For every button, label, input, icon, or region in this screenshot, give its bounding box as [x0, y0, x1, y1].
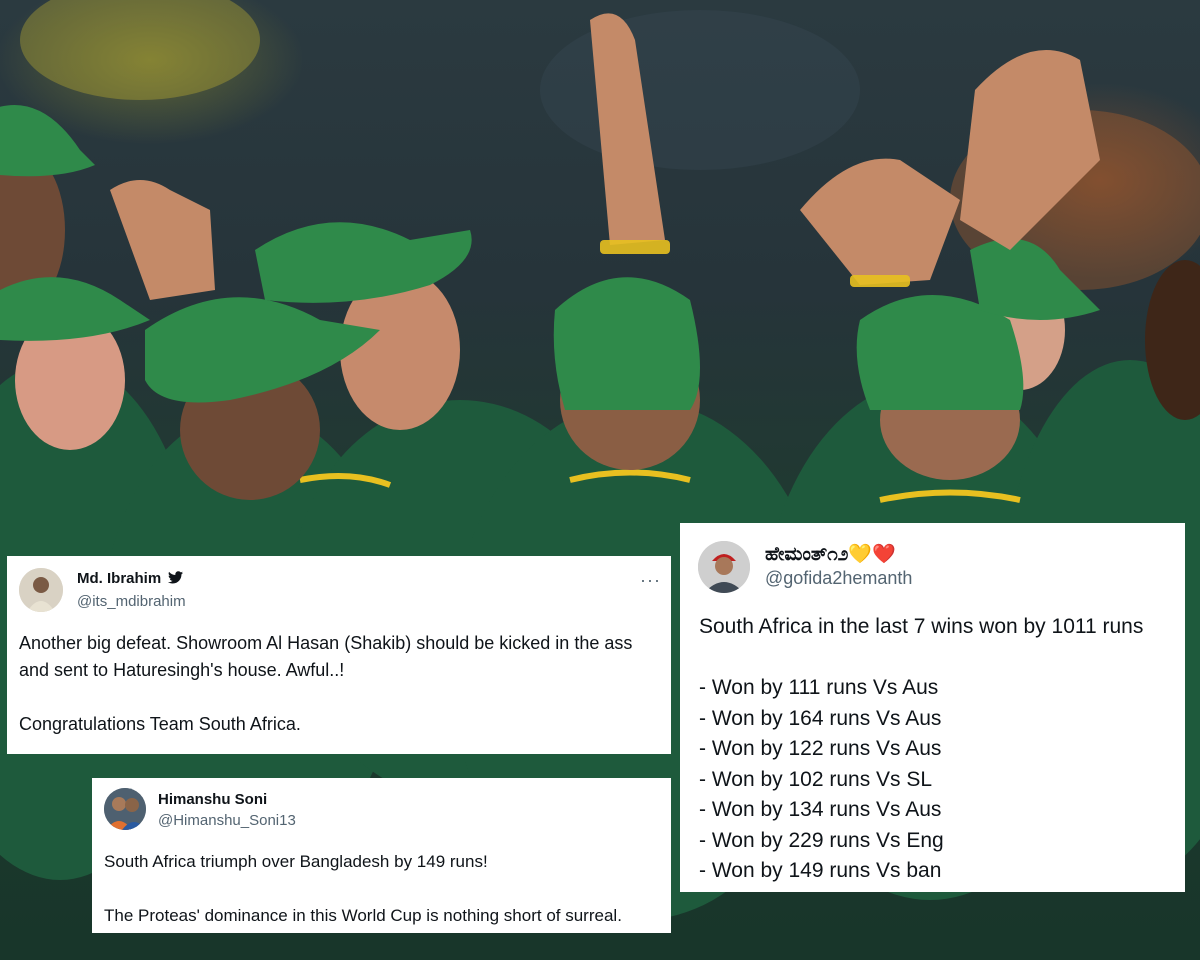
tweet-card-ibrahim[interactable]: Md. Ibrahim @its_mdibrahim ··· Another b…: [7, 556, 671, 754]
avatar[interactable]: [19, 568, 63, 612]
tweet-card-hemanth[interactable]: ಹೇಮಂತ್೧೨💛❤️ @gofida2hemanth South Africa…: [680, 523, 1185, 892]
more-options-icon[interactable]: ···: [640, 570, 661, 591]
author-handle[interactable]: @Himanshu_Soni13: [158, 812, 296, 829]
tweet-text: South Africa triumph over Bangladesh by …: [104, 852, 622, 925]
author-name[interactable]: ಹೇಮಂತ್೧೨💛❤️: [765, 542, 896, 566]
tweet-card-himanshu[interactable]: Himanshu Soni @Himanshu_Soni13 South Afr…: [92, 778, 671, 933]
author-handle[interactable]: @gofida2hemanth: [765, 568, 912, 589]
avatar[interactable]: [698, 541, 750, 593]
tweet-text: Another big defeat. Showroom Al Hasan (S…: [19, 633, 633, 734]
author-name[interactable]: Himanshu Soni: [158, 791, 267, 808]
tweet-text: South Africa in the last 7 wins won by 1…: [699, 615, 1144, 882]
avatar[interactable]: [104, 788, 146, 830]
bird-icon: [168, 571, 184, 584]
author-handle[interactable]: @its_mdibrahim: [77, 593, 186, 610]
author-name[interactable]: Md. Ibrahim: [77, 570, 184, 587]
